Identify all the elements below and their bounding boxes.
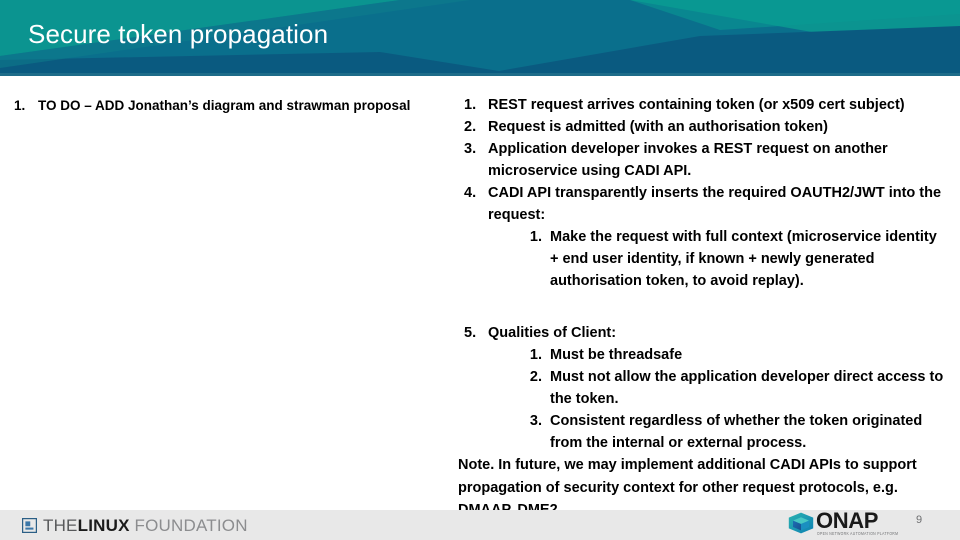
list-item-text: CADI API transparently inserts the requi… (488, 185, 942, 224)
linux-foundation-wordmark: THELINUX FOUNDATION (43, 517, 248, 534)
list-item-text: Application developer invokes a REST req… (488, 141, 888, 180)
list-item-text: Request is admitted (with an authorisati… (488, 119, 828, 136)
page-number: 9 (916, 514, 923, 526)
list-item-number: 1. (14, 98, 26, 113)
lf-linux-text: LINUX (77, 515, 130, 535)
nested-ordered-list: 1. Make the request with full context (m… (488, 226, 946, 292)
list-item: 1. Make the request with full context (m… (516, 226, 946, 292)
list-item-text: Qualities of Client: (488, 325, 617, 342)
right-ordered-list-group-two: 5. Qualities of Client: 1. Must be threa… (458, 322, 946, 454)
list-item-number: 5. (464, 325, 477, 342)
list-item-text: Must be threadsafe (550, 347, 683, 364)
nested-ordered-list: 1. Must be threadsafe 2. Must not allow … (488, 344, 946, 454)
list-item-text: TO DO – ADD Jonathan’s diagram and straw… (38, 98, 411, 113)
list-item: 3. Consistent regardless of whether the … (516, 410, 946, 454)
slide: Secure token propagation 1. TO DO – ADD … (0, 0, 960, 540)
list-item-text: Make the request with full context (micr… (550, 229, 937, 290)
lf-the-text: THE (43, 515, 78, 535)
list-item-number: 3. (464, 141, 477, 158)
list-item: 2. Must not allow the application develo… (516, 366, 946, 410)
list-item: 1. REST request arrives containing token… (458, 94, 946, 116)
left-content-column: 1. TO DO – ADD Jonathan’s diagram and st… (8, 96, 432, 117)
list-item-text: REST request arrives containing token (o… (488, 97, 905, 113)
onap-wordmark: ONAP (816, 508, 878, 533)
onap-logo: ONAP OPEN NETWORK AUTOMATION PLATFORM (788, 510, 910, 538)
list-item-number: 1. (529, 347, 542, 364)
list-item-number: 2. (464, 119, 477, 136)
list-group-spacer (458, 292, 946, 322)
list-item: 1. Must be threadsafe (516, 344, 946, 366)
list-item-text: Must not allow the application developer… (550, 369, 944, 408)
list-item-number: 2. (529, 369, 542, 386)
page-title: Secure token propagation (28, 19, 329, 49)
list-item: 4. CADI API transparently inserts the re… (458, 182, 946, 292)
left-ordered-list: 1. TO DO – ADD Jonathan’s diagram and st… (8, 96, 432, 117)
linux-foundation-logo: THELINUX FOUNDATION (22, 515, 248, 535)
lf-foundation-text: FOUNDATION (134, 515, 248, 535)
list-item: 2. Request is admitted (with an authoris… (458, 116, 946, 138)
list-item: 5. Qualities of Client: 1. Must be threa… (458, 322, 946, 454)
right-ordered-list-group-one: 1. REST request arrives containing token… (458, 94, 946, 292)
list-item-number: 1. (529, 229, 542, 246)
onap-tagline: OPEN NETWORK AUTOMATION PLATFORM (817, 531, 899, 536)
slide-header-banner: Secure token propagation (0, 0, 960, 76)
list-item: 3. Application developer invokes a REST … (458, 138, 946, 182)
onap-hexagon-cube-icon (788, 512, 814, 534)
list-item-number: 4. (464, 185, 477, 202)
right-content-column: 1. REST request arrives containing token… (458, 94, 946, 521)
list-item: 1. TO DO – ADD Jonathan’s diagram and st… (8, 96, 432, 117)
linux-foundation-mark-icon (22, 517, 37, 533)
list-item-number: 1. (464, 97, 477, 113)
list-item-text: Consistent regardless of whether the tok… (550, 413, 923, 452)
list-item-number: 3. (529, 413, 542, 430)
